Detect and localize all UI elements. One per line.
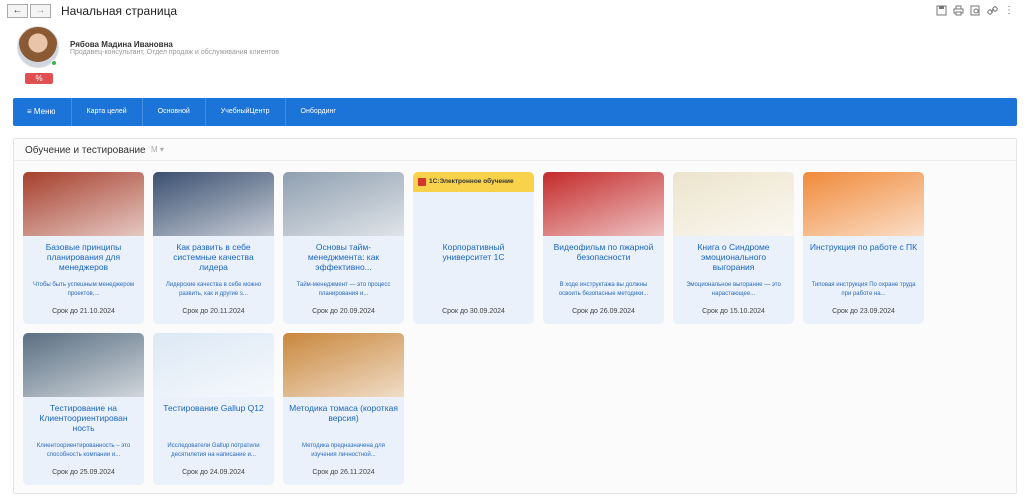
course-description: Методика предназначена для изучения личн… [302,443,385,458]
forward-button[interactable]: → [30,4,51,18]
user-role: Продавец-консультант, Отдел продаж и обс… [70,49,279,56]
course-description: Чтобы быть успешным менеджером проектов,… [32,282,135,297]
course-card[interactable]: Тестирование Gallup Q12 Исследователи Gal… [153,333,274,485]
progress-badge[interactable]: % [25,73,53,84]
course-deadline: Срок до 23.09.2024 [832,308,895,315]
section-title: Обучение и тестирование [25,145,146,156]
course-description: Типовая инструкция По охране труда при р… [811,282,916,297]
course-title[interactable]: Базовые принципы планирования для менедж… [29,242,138,282]
course-title[interactable]: Основы тайм-менеджмента: как эффективно.… [289,242,398,282]
online-status-icon [51,60,57,66]
course-deadline: Срок до 20.11.2024 [182,308,245,315]
course-image [283,172,404,236]
print-icon[interactable] [952,5,964,17]
course-deadline: Срок до 30.09.2024 [442,308,505,315]
section-header: Обучение и тестирование M ▾ [14,139,1016,161]
course-description: В ходе инструктажа вы должны освоить без… [558,282,649,297]
menu-item-goal-map[interactable]: Карта целей [72,98,143,126]
course-banner-text: 1С:Электронное обучение [429,178,514,185]
course-card[interactable]: Видеофильм по пжарной безопасности В ходе… [543,172,664,324]
course-deadline: Срок до 20.09.2024 [312,308,375,315]
course-card[interactable]: Методика томаса (короткая версия) Методик… [283,333,404,485]
course-banner: 1С:Электронное обучение [413,172,534,192]
link-icon[interactable] [986,5,998,17]
course-image [153,333,274,397]
top-toolbar: ← → Начальная страница ⋮ [0,0,1025,22]
menu-item-main[interactable]: Основной [143,98,206,126]
course-title[interactable]: Книга о Синдроме эмоционального выгорани… [679,242,788,282]
course-card[interactable]: Как развить в себе системные качества ли… [153,172,274,324]
more-icon[interactable]: ⋮ [1003,5,1015,17]
menu-button[interactable]: ≡ Меню [13,98,72,126]
menu-item-training-center[interactable]: УчебныйЦентр [206,98,286,126]
user-name: Рябова Мадина Ивановна [70,40,173,49]
course-deadline: Срок до 24.09.2024 [182,469,245,476]
course-image [23,172,144,236]
course-title[interactable]: Тестирование Gallup Q12 [159,403,268,443]
filter-icon[interactable]: M ▾ [151,145,164,154]
course-title[interactable]: Корпоративный университет 1С [419,242,528,282]
main-menu-bar: ≡ Меню Карта целей Основной УчебныйЦентр… [13,98,1017,126]
course-image [543,172,664,236]
course-deadline: Срок до 15.10.2024 [702,308,765,315]
course-image [153,172,274,236]
course-description: Исследователи Gallup потратили десятилет… [167,443,260,458]
course-description: Эмоциональное выгорание — это нарастающе… [686,282,781,297]
course-title[interactable]: Методика томаса (короткая версия) [289,403,398,443]
course-card[interactable]: Книга о Синдроме эмоционального выгорани… [673,172,794,324]
page-title: Начальная страница [61,4,178,18]
window-tools: ⋮ [935,5,1015,17]
back-button[interactable]: ← [7,4,28,18]
course-description: Лидерские качества в себе можно развить,… [165,282,262,297]
course-image [803,172,924,236]
course-card[interactable]: Тестирование на Клиентоориентирован ност… [23,333,144,485]
preview-icon[interactable] [969,5,981,17]
course-deadline: Срок до 25.09.2024 [52,469,115,476]
course-title[interactable]: Видеофильм по пжарной безопасности [549,242,658,282]
course-description: Тайм-менеджмент — это процесс планирован… [296,282,391,297]
hamburger-icon: ≡ [27,107,32,116]
save-icon[interactable] [935,5,947,17]
training-section: Обучение и тестирование M ▾ Базовые прин… [13,138,1017,494]
course-title[interactable]: Инструкция по работе с ПК [809,242,918,282]
brand-logo-icon [418,178,426,186]
course-deadline: Срок до 26.11.2024 [312,469,375,476]
course-description [421,281,526,299]
navigation-buttons: ← → [7,4,51,18]
course-title[interactable]: Тестирование на Клиентоориентирован ност… [29,403,138,443]
course-title[interactable]: Как развить в себе системные качества ли… [159,242,268,282]
course-deadline: Срок до 21.10.2024 [52,308,115,315]
course-card[interactable]: Инструкция по работе с ПК Типовая инструк… [803,172,924,324]
course-card[interactable]: 1С:Электронное обучение Корпоративный уни… [413,172,534,324]
course-image [23,333,144,397]
course-deadline: Срок до 26.09.2024 [572,308,635,315]
menu-item-onboarding[interactable]: Онбординг [286,98,351,126]
course-card[interactable]: Базовые принципы планирования для менедж… [23,172,144,324]
course-description: Клиентоориентированность – это способнос… [36,443,131,458]
course-image [283,333,404,397]
course-card[interactable]: Основы тайм-менеджмента: как эффективно.… [283,172,404,324]
menu-item-label: Меню [33,107,56,116]
course-image [673,172,794,236]
